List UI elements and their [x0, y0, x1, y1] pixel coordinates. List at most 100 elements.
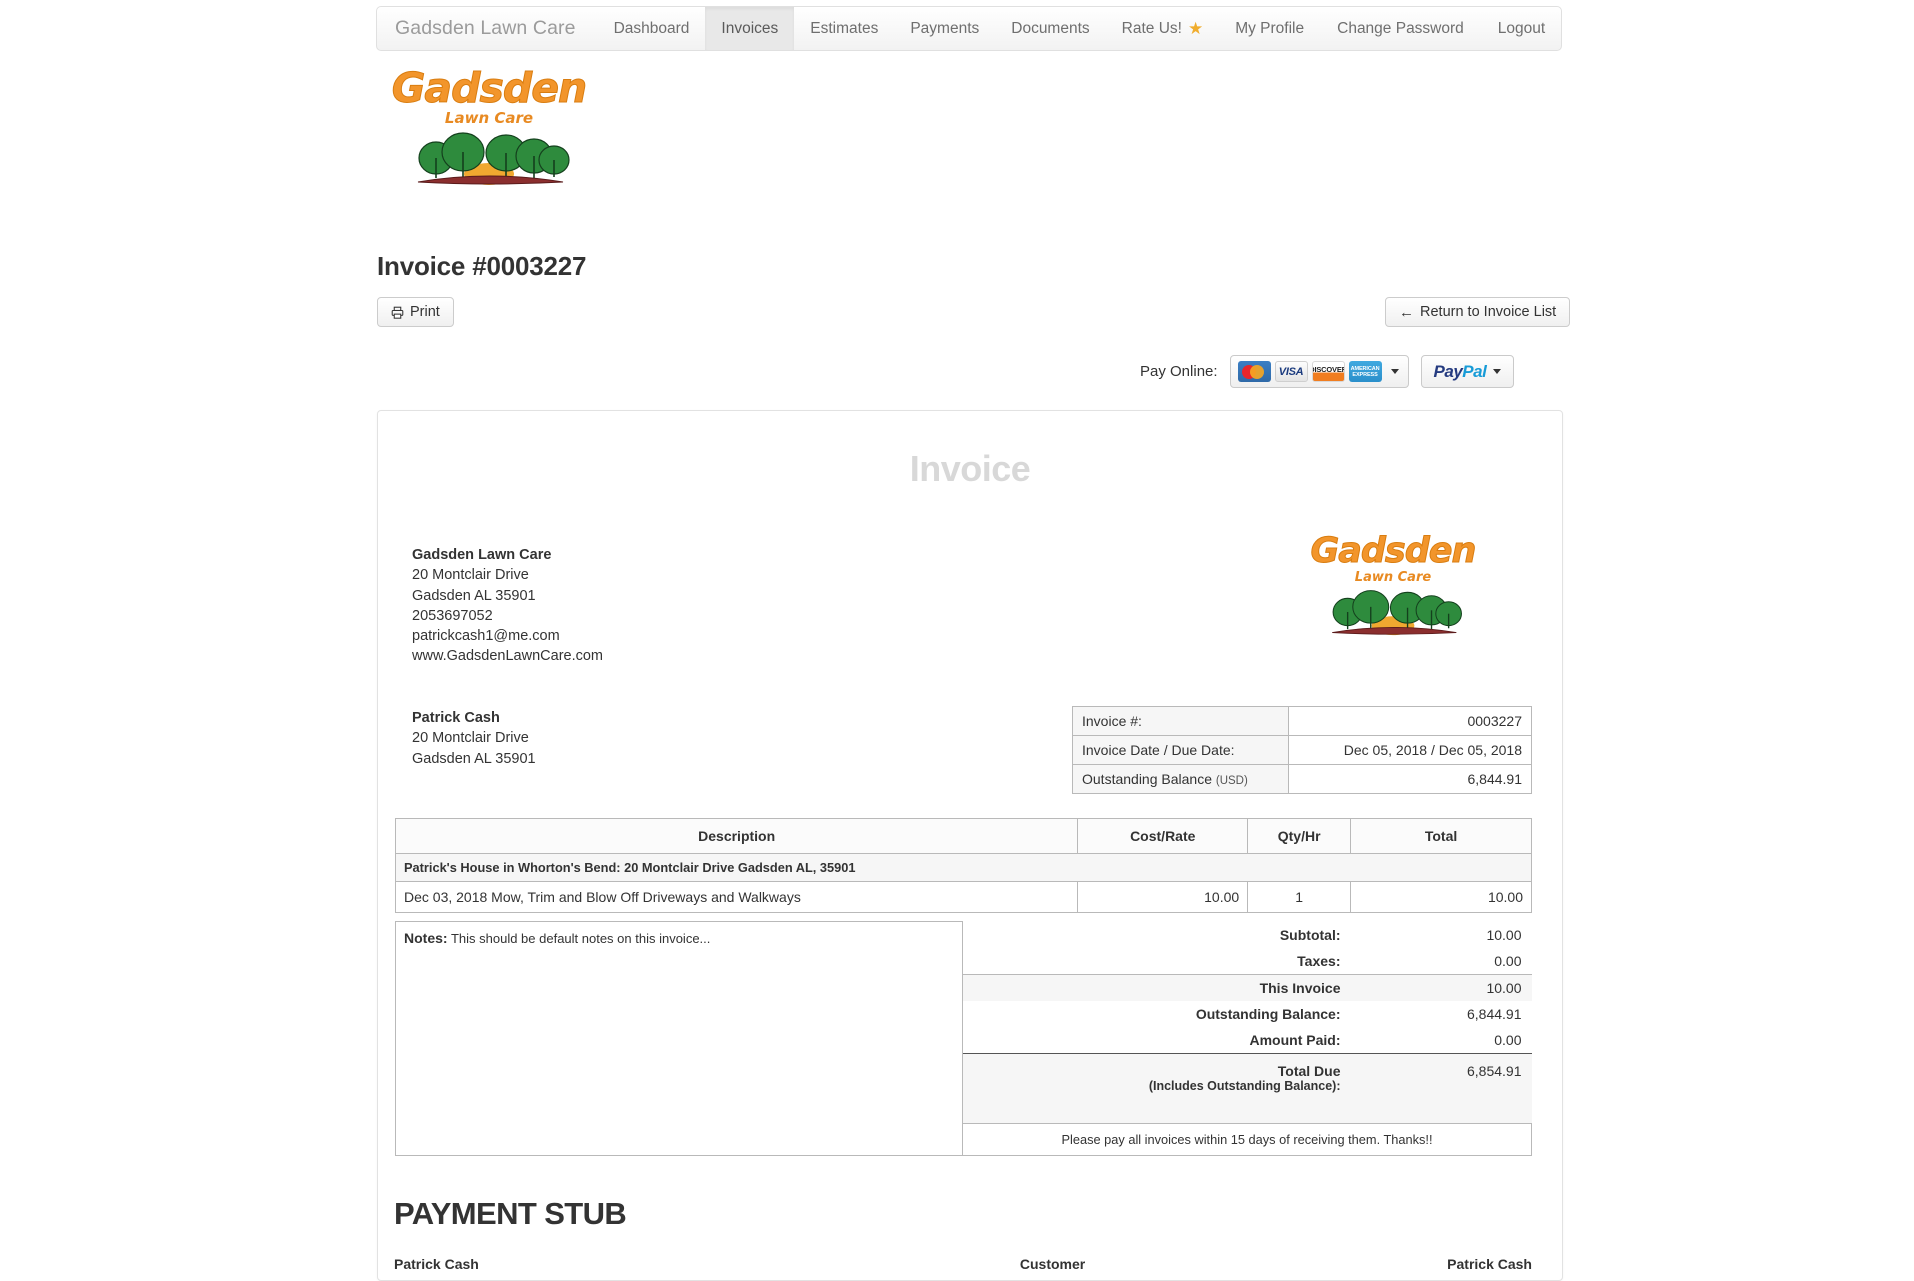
visa-icon: VISA: [1274, 361, 1308, 382]
totals-table: Notes: This should be default notes on t…: [395, 921, 1532, 1156]
company-address2: Gadsden AL 35901: [412, 587, 536, 604]
pay-online-label: Pay Online:: [1140, 363, 1218, 380]
info-value-invoice-number: 0003227: [1288, 706, 1532, 736]
total-value-taxes: 0.00: [1350, 947, 1532, 975]
arrow-left-icon: ←: [1399, 303, 1414, 321]
info-key-invoice-number: Invoice #:: [1072, 706, 1289, 736]
nav-item-logout[interactable]: Logout: [1481, 7, 1562, 50]
stub-customer-label: Customer: [1019, 1256, 1086, 1272]
nav-right-group: Change Password Logout: [1320, 7, 1562, 50]
info-value-dates: Dec 05, 2018 / Dec 05, 2018: [1288, 735, 1532, 765]
logo-wordmark: Gadsden: [391, 64, 587, 112]
nav-item-estimates[interactable]: Estimates: [794, 7, 894, 50]
line-item-description: Dec 03, 2018 Mow, Trim and Blow Off Driv…: [394, 881, 1079, 913]
total-label-outstanding-balance: Outstanding Balance:: [1195, 1005, 1341, 1022]
company-name: Gadsden Lawn Care: [412, 547, 552, 563]
nav-left-group: Dashboard Invoices Estimates Payments Do…: [598, 7, 1321, 50]
nav-item-documents[interactable]: Documents: [995, 7, 1105, 50]
total-value-amount-paid: 0.00: [1350, 1026, 1532, 1054]
nav-item-rate-us[interactable]: Rate Us! ★: [1106, 7, 1220, 50]
total-label-taxes: Taxes:: [963, 947, 1351, 975]
payment-stub-title: PAYMENT STUB: [394, 1196, 627, 1231]
logo-trees-icon: [417, 132, 570, 185]
credit-card-pay-button[interactable]: VISA DISCOVER AMERICANEXPRESS: [1229, 355, 1409, 388]
total-value-subtotal: 10.00: [1486, 926, 1522, 943]
paypal-label-a: Pay: [1433, 361, 1463, 381]
doc-logo-wordmark: Gadsden: [1310, 531, 1477, 571]
invoice-watermark: Invoice: [909, 448, 1031, 489]
invoice-footnote: Please pay all invoices within 15 days o…: [962, 1123, 1532, 1156]
company-logo-header: Gadsden Lawn Care: [378, 64, 600, 186]
total-due-value: 6,854.91: [1350, 1053, 1532, 1123]
totals-inner-wrap: Subtotal: 10.00 Taxes: 0.00 This Invoice…: [963, 922, 1532, 1124]
line-items-table: Description Cost/Rate Qty/Hr Total Patri…: [394, 818, 1532, 913]
nav-item-change-password[interactable]: Change Password: [1320, 7, 1481, 50]
company-address-block: Gadsden Lawn Care 20 Montclair Drive Gad…: [412, 545, 603, 667]
table-row: Amount Paid: 0.00: [963, 1026, 1532, 1054]
paypal-chevron-down-icon[interactable]: [1493, 369, 1502, 374]
mastercard-icon: [1237, 361, 1271, 382]
line-item-qty: 1: [1247, 881, 1352, 913]
info-key-currency: (USD): [1215, 775, 1248, 787]
table-row: Taxes: 0.00: [963, 947, 1532, 975]
table-row-group: Patrick's House in Whorton's Bend: 20 Mo…: [395, 853, 1532, 882]
group-row-label: Patrick's House in Whorton's Bend: 20 Mo…: [395, 853, 1532, 882]
customer-address2: Gadsden AL 35901: [412, 750, 536, 767]
table-row: Invoice Date / Due Date: Dec 05, 2018 / …: [1072, 735, 1532, 765]
nav-item-payments[interactable]: Payments: [894, 7, 995, 50]
company-email: patrickcash1@me.com: [412, 628, 560, 645]
brand-label[interactable]: Gadsden Lawn Care: [377, 7, 598, 50]
customer-address-block: Patrick Cash 20 Montclair Drive Gadsden …: [412, 708, 536, 769]
customer-name: Patrick Cash: [412, 710, 500, 726]
logo-subtitle: Lawn Care: [444, 109, 534, 127]
paypal-icon: PayPal: [1434, 362, 1487, 382]
column-header-description: Description: [394, 818, 1079, 854]
total-label-this-invoice: This Invoice: [963, 974, 1351, 1001]
table-row: Subtotal: 10.00: [963, 922, 1532, 948]
company-phone: 2053697052: [412, 607, 493, 624]
top-navbar: Gadsden Lawn Care Dashboard Invoices Est…: [376, 6, 1562, 51]
nav-item-invoices[interactable]: Invoices: [705, 7, 795, 50]
stub-name: Patrick Cash: [394, 1256, 479, 1272]
notes-cell: Notes: This should be default notes on t…: [395, 921, 963, 1156]
discover-label: DISCOVER: [1313, 365, 1344, 374]
page-title: Invoice #0003227: [377, 251, 587, 281]
nav-item-my-profile[interactable]: My Profile: [1219, 7, 1320, 50]
doc-logo-subtitle: Lawn Care: [1354, 570, 1432, 585]
total-label-subtotal: Subtotal:: [1279, 926, 1341, 943]
total-label-amount-paid: Amount Paid:: [963, 1026, 1351, 1054]
return-to-invoice-list-button[interactable]: ← Return to Invoice List: [1385, 297, 1571, 327]
total-value-this-invoice: 10.00: [1350, 974, 1532, 1001]
column-header-qty-hr: Qty/Hr: [1247, 818, 1352, 854]
info-value-outstanding-balance: 6,844.91: [1288, 764, 1532, 794]
column-header-cost-rate: Cost/Rate: [1077, 818, 1249, 854]
print-button-label: Print: [410, 304, 440, 320]
line-item-rate: 10.00: [1077, 881, 1249, 913]
paypal-pay-button[interactable]: PayPal: [1420, 355, 1515, 388]
nav-item-dashboard[interactable]: Dashboard: [598, 7, 706, 50]
star-icon: ★: [1187, 19, 1204, 38]
invoice-info-table: Invoice #: 0003227 Invoice Date / Due Da…: [1072, 706, 1532, 794]
nav-item-rate-us-label: Rate Us!: [1121, 19, 1182, 37]
chevron-down-icon[interactable]: [1390, 369, 1399, 374]
line-item-total: 10.00: [1350, 881, 1532, 913]
table-row: Notes: This should be default notes on t…: [395, 921, 1532, 1156]
table-row: This Invoice 10.00: [963, 974, 1532, 1001]
stub-customer-value: Patrick Cash: [1447, 1256, 1532, 1272]
doc-logo-trees-icon: [1332, 590, 1462, 636]
info-key-dates: Invoice Date / Due Date:: [1072, 735, 1289, 765]
amex-label: AMERICAN EXPRESS: [1350, 365, 1380, 378]
notes-text: This should be default notes on this inv…: [450, 931, 711, 946]
total-due-sublabel: (Includes Outstanding Balance):: [1148, 1078, 1341, 1093]
table-row: Dec 03, 2018 Mow, Trim and Blow Off Driv…: [394, 881, 1532, 913]
return-button-label: Return to Invoice List: [1420, 304, 1557, 320]
customer-address1: 20 Montclair Drive: [412, 730, 529, 747]
company-logo-document: Gadsden Lawn Care: [1298, 531, 1488, 636]
amex-icon: AMERICAN EXPRESS: [1348, 361, 1382, 382]
print-button[interactable]: Print: [377, 297, 454, 327]
table-row: Invoice #: 0003227: [1072, 706, 1532, 736]
info-key-outstanding-balance-text: Outstanding Balance: [1082, 771, 1212, 787]
table-row: Total Due (Includes Outstanding Balance)…: [963, 1053, 1532, 1123]
discover-icon: DISCOVER: [1311, 361, 1345, 382]
company-website: www.GadsdenLawnCare.com: [412, 648, 604, 665]
